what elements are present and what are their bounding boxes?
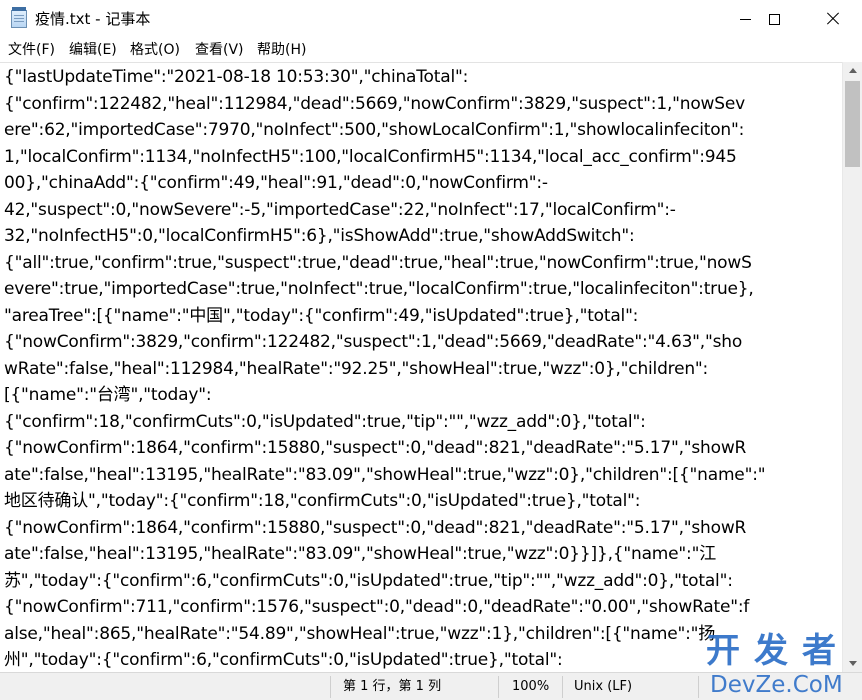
text-line: {"confirm":18,"confirmCuts":0,"isUpdated… bbox=[4, 411, 646, 432]
status-bar: 第 1 行，第 1 列 100% Unix (LF) bbox=[0, 672, 862, 700]
text-line: ate":false,"heal":13195,"healRate":"83.0… bbox=[4, 544, 716, 564]
status-divider bbox=[562, 676, 563, 698]
window-title: 疫情.txt - 记事本 bbox=[35, 10, 151, 28]
text-line: alse,"heal":865,"healRate":"54.89","show… bbox=[4, 623, 716, 644]
text-line: {"nowConfirm":3829,"confirm":122482,"sus… bbox=[4, 332, 743, 352]
text-line: {"confirm":122482,"heal":112984,"dead":5… bbox=[4, 93, 745, 114]
vertical-scrollbar[interactable] bbox=[842, 62, 862, 672]
text-line: {"nowConfirm":1864,"confirm":15880,"susp… bbox=[4, 517, 747, 538]
text-line: 1,"localConfirm":1134,"noInfectH5":100,"… bbox=[4, 146, 737, 167]
text-line: 00},"chinaAdd":{"confirm":49,"heal":91,"… bbox=[4, 173, 548, 193]
close-icon bbox=[826, 12, 840, 26]
close-button[interactable] bbox=[804, 0, 862, 38]
scroll-up-arrow-icon[interactable] bbox=[843, 62, 862, 79]
text-line: ere":62,"importedCase":7970,"noInfect":5… bbox=[4, 120, 745, 140]
menu-format[interactable]: 格式(O) bbox=[130, 41, 180, 59]
text-editor[interactable]: {"lastUpdateTime":"2021-08-18 10:53:30",… bbox=[0, 62, 842, 672]
menu-file[interactable]: 文件(F) bbox=[8, 41, 55, 59]
menu-view[interactable]: 查看(V) bbox=[195, 41, 244, 59]
maximize-icon bbox=[768, 13, 780, 25]
status-divider bbox=[498, 676, 499, 698]
text-line: [{"name":"台湾","today": bbox=[4, 385, 212, 405]
zoom-level: 100% bbox=[512, 679, 550, 694]
menu-edit[interactable]: 编辑(E) bbox=[69, 41, 117, 59]
text-line: evere":true,"importedCase":true,"noInfec… bbox=[4, 279, 754, 299]
notepad-icon bbox=[11, 7, 27, 28]
title-bar: 疫情.txt - 记事本 bbox=[0, 0, 862, 38]
text-line: 42,"suspect":0,"nowSevere":-5,"importedC… bbox=[4, 199, 676, 220]
status-divider bbox=[330, 676, 331, 698]
cursor-position: 第 1 行，第 1 列 bbox=[343, 679, 442, 694]
text-line: 州","today":{"confirm":6,"confirmCuts":0,… bbox=[4, 650, 563, 670]
scroll-thumb[interactable] bbox=[845, 81, 860, 167]
text-line: 地区待确认","today":{"confirm":18,"confirmCut… bbox=[4, 491, 641, 511]
maximize-button[interactable] bbox=[745, 0, 803, 38]
text-line: 32,"noInfectH5":0,"localConfirmH5":6},"i… bbox=[4, 226, 635, 246]
menu-bar: 文件(F) 编辑(E) 格式(O) 查看(V) 帮助(H) bbox=[0, 38, 862, 62]
text-line: wRate":false,"heal":112984,"healRate":"9… bbox=[4, 358, 709, 379]
menu-help[interactable]: 帮助(H) bbox=[257, 41, 306, 59]
line-ending: Unix (LF) bbox=[574, 679, 633, 694]
text-line: {"lastUpdateTime":"2021-08-18 10:53:30",… bbox=[4, 67, 469, 87]
text-line: 苏","today":{"confirm":6,"confirmCuts":0,… bbox=[4, 570, 733, 591]
status-divider bbox=[698, 676, 699, 698]
text-line: {"nowConfirm":1864,"confirm":15880,"susp… bbox=[4, 438, 747, 458]
text-line: ate":false,"heal":13195,"healRate":"83.0… bbox=[4, 464, 766, 485]
text-line: "areaTree":[{"name":"中国","today":{"confi… bbox=[4, 305, 639, 326]
text-line: {"all":true,"confirm":true,"suspect":tru… bbox=[4, 252, 752, 273]
text-line: {"nowConfirm":711,"confirm":1576,"suspec… bbox=[4, 597, 750, 617]
scroll-down-arrow-icon[interactable] bbox=[843, 655, 862, 672]
